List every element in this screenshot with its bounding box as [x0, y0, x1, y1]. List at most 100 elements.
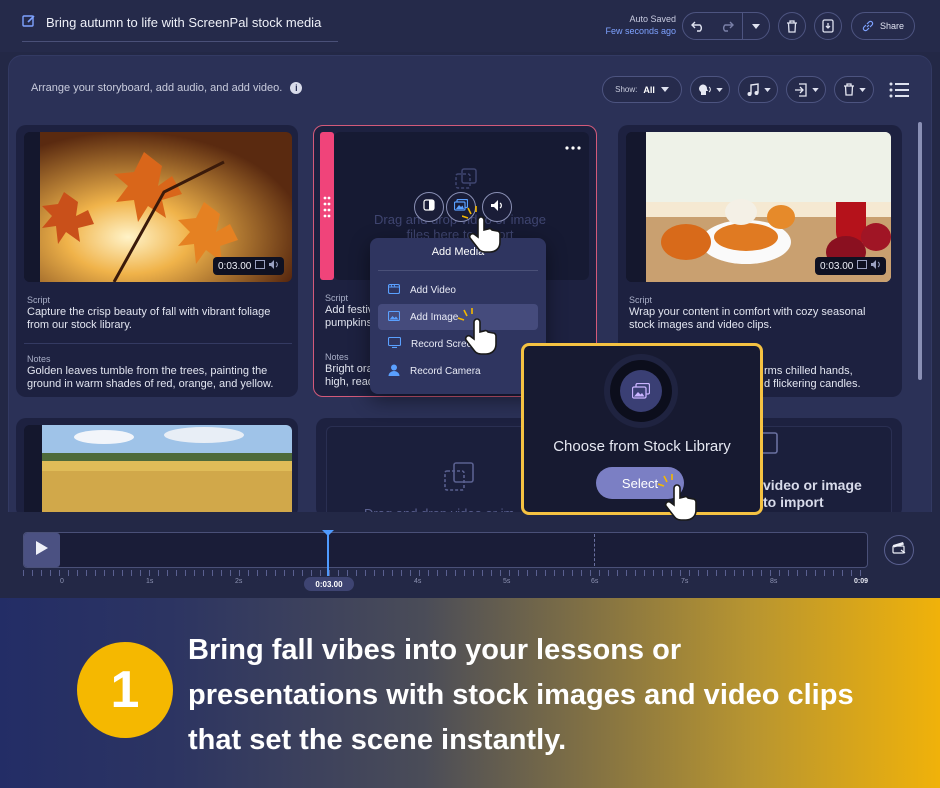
tick-label: 4s — [414, 578, 422, 585]
contrast-icon — [423, 198, 435, 216]
chevron-down-icon — [660, 87, 669, 92]
clip-editor-button[interactable] — [884, 535, 914, 565]
notes-line-1: rms chilled hands, — [764, 365, 853, 377]
script-text[interactable]: Add festiv pumpkins — [325, 304, 375, 330]
show-filter-dropdown[interactable]: Show: All — [602, 76, 682, 103]
notes-line-2: d flickering candles. — [764, 378, 861, 390]
delete-menu-button[interactable] — [834, 76, 874, 103]
timeline-ruler — [23, 570, 868, 576]
music-note-icon — [746, 82, 760, 97]
notes-text[interactable]: Golden leaves tumble from the trees, pai… — [27, 365, 282, 391]
volume-icon[interactable] — [269, 260, 279, 272]
menu-item-label: Record Camera — [410, 365, 481, 377]
script-label: Script — [27, 295, 51, 305]
volume-icon[interactable] — [871, 260, 881, 272]
script-label: Script — [325, 293, 349, 303]
drop-zone-line-2: to import — [763, 494, 824, 510]
background-button[interactable] — [414, 192, 444, 222]
instructions-text: Arrange your storyboard, add audio, and … — [31, 82, 283, 94]
tick-label: 8s — [770, 578, 778, 585]
trash-icon — [786, 19, 798, 33]
project-title-field[interactable]: Bring autumn to life with ScreenPal stoc… — [22, 14, 338, 42]
history-dropdown-icon[interactable] — [743, 23, 769, 29]
menu-item-label: Add Video — [410, 284, 456, 296]
script-text[interactable]: Wrap your content in comfort with cozy s… — [629, 306, 884, 332]
share-label: Share — [879, 21, 905, 31]
edit-icon[interactable] — [22, 14, 36, 33]
chevron-down-icon — [811, 87, 819, 92]
tick-label: 6s — [591, 578, 599, 585]
notes-label: Notes — [27, 354, 51, 364]
drop-zone-line-1: video or image — [763, 477, 862, 493]
tick-label: 2s — [235, 578, 243, 585]
scene-thumbnail-field[interactable] — [24, 425, 292, 515]
music-menu-button[interactable] — [738, 76, 778, 103]
caption-icon[interactable] — [857, 260, 868, 272]
play-button[interactable] — [24, 533, 60, 567]
duration-text: 0:03.00 — [820, 260, 854, 272]
hand-pointer-icon — [461, 206, 506, 259]
show-value: All — [643, 84, 655, 95]
speaking-head-icon — [698, 83, 712, 97]
import-placeholder-icon — [444, 462, 474, 497]
video-icon — [387, 283, 401, 297]
info-icon[interactable]: i — [290, 82, 303, 94]
hand-pointer-icon — [457, 308, 502, 361]
stock-library-title: Choose from Stock Library — [553, 438, 731, 455]
clapperboard-icon — [892, 541, 906, 559]
chevron-down-icon — [715, 87, 723, 92]
project-title: Bring autumn to life with ScreenPal stoc… — [46, 15, 322, 30]
step-number-badge: 1 — [77, 642, 173, 738]
menu-item-label: Add Image — [410, 311, 459, 323]
menu-item-add-video[interactable]: Add Video — [378, 277, 538, 303]
menu-item-record-camera[interactable]: Record Camera — [378, 358, 538, 384]
tick-label: 5s — [503, 578, 511, 585]
timeline-track[interactable] — [23, 532, 868, 568]
playhead-marker[interactable] — [322, 530, 334, 536]
end-marker — [594, 534, 595, 566]
monitor-icon — [387, 336, 402, 351]
hand-pointer-icon — [657, 474, 702, 527]
script-line-2: pumpkins — [325, 317, 373, 329]
notes-line-1: Bright ora — [325, 363, 373, 375]
notes-text-partial[interactable]: rms chilled hands, d flickering candles. — [764, 365, 894, 391]
notes-text[interactable]: Bright ora high, read — [325, 363, 375, 389]
caption-icon[interactable] — [255, 260, 266, 272]
more-options-icon[interactable] — [565, 138, 581, 156]
person-icon — [388, 364, 400, 379]
download-icon — [822, 19, 834, 33]
drag-handle[interactable] — [320, 132, 334, 280]
duration-badge: 0:03.00 — [815, 257, 887, 275]
chevron-down-icon — [858, 87, 866, 92]
voiceover-menu-button[interactable] — [690, 76, 730, 103]
divider — [24, 343, 292, 344]
export-button[interactable] — [814, 12, 842, 40]
notes-label: Notes — [325, 352, 349, 362]
script-label: Script — [629, 295, 653, 305]
import-menu-button[interactable] — [786, 76, 826, 103]
delete-project-button[interactable] — [778, 12, 806, 40]
link-icon — [862, 20, 874, 32]
autosave-time: Few seconds ago — [605, 26, 676, 36]
current-time-badge: 0:03.00 — [304, 577, 354, 591]
trash-icon — [843, 83, 855, 96]
show-label: Show: — [615, 85, 638, 94]
redo-icon[interactable] — [713, 20, 743, 32]
script-line-1: Add festiv — [325, 304, 374, 316]
script-text[interactable]: Capture the crisp beauty of fall with vi… — [27, 306, 282, 332]
drop-zone-text: video or image to import — [763, 477, 862, 511]
list-view-icon[interactable] — [889, 82, 909, 103]
instructions: Arrange your storyboard, add audio, and … — [31, 82, 303, 94]
undo-icon[interactable] — [683, 20, 713, 32]
import-placeholder-icon — [455, 168, 477, 195]
divider — [378, 270, 538, 271]
tick-label-end: 0:09 — [854, 578, 869, 585]
add-media-title: Add Media — [431, 246, 485, 258]
tick-label: 1s — [146, 578, 154, 585]
chevron-down-icon — [763, 87, 771, 92]
share-button[interactable]: Share — [851, 12, 915, 40]
banner-caption: Bring fall vibes into your lessons or pr… — [188, 634, 854, 756]
duration-badge: 0:03.00 — [213, 257, 285, 275]
storyboard-scrollbar[interactable] — [918, 122, 922, 380]
stock-library-popup: Choose from Stock Library Select — [521, 343, 763, 515]
